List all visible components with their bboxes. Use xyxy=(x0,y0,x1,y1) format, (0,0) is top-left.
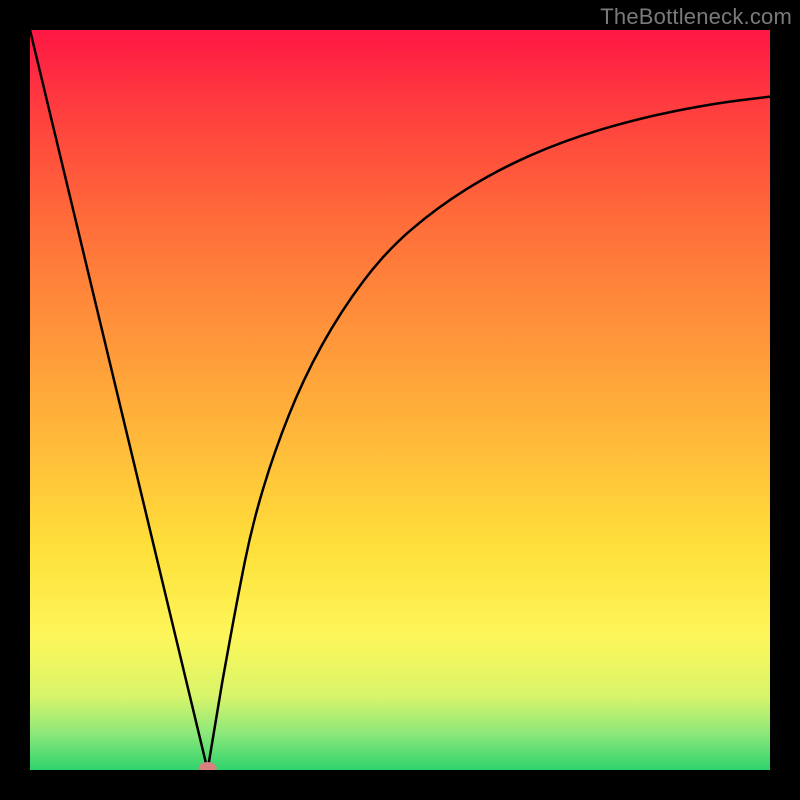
chart-frame: TheBottleneck.com xyxy=(0,0,800,800)
attribution-text: TheBottleneck.com xyxy=(600,4,792,30)
bottleneck-curve-chart xyxy=(30,30,770,770)
gradient-background xyxy=(30,30,770,770)
plot-area xyxy=(30,30,770,770)
